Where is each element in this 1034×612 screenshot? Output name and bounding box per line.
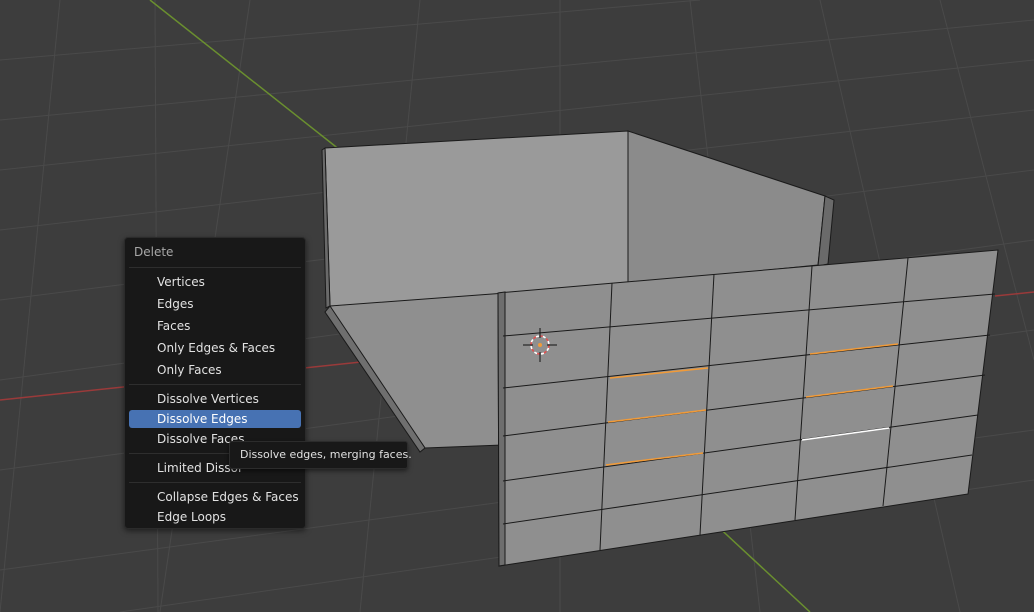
delete-context-menu: Delete Vertices Edges Faces Only Edges &… xyxy=(124,237,306,529)
menu-item-vertices[interactable]: Vertices xyxy=(129,273,301,291)
menu-item-collapse-edges-faces[interactable]: Collapse Edges & Faces xyxy=(129,488,301,506)
menu-separator xyxy=(129,482,301,483)
menu-item-edge-loops[interactable]: Edge Loops xyxy=(129,508,301,526)
menu-separator xyxy=(129,384,301,385)
y-axis-line xyxy=(149,0,341,151)
menu-item-faces[interactable]: Faces xyxy=(129,317,301,335)
menu-item-only-faces[interactable]: Only Faces xyxy=(129,361,301,379)
menu-item-only-edges-faces[interactable]: Only Edges & Faces xyxy=(129,339,301,357)
menu-item-edges[interactable]: Edges xyxy=(129,295,301,313)
x-axis-line-right xyxy=(994,291,1034,297)
menu-title: Delete xyxy=(134,245,174,259)
menu-item-dissolve-vertices[interactable]: Dissolve Vertices xyxy=(129,390,301,408)
front-wall-mesh[interactable] xyxy=(497,249,999,567)
dissolve-edges-tooltip: Dissolve edges, merging faces. xyxy=(229,441,412,469)
menu-separator xyxy=(129,267,301,268)
menu-item-dissolve-edges[interactable]: Dissolve Edges xyxy=(129,410,301,428)
